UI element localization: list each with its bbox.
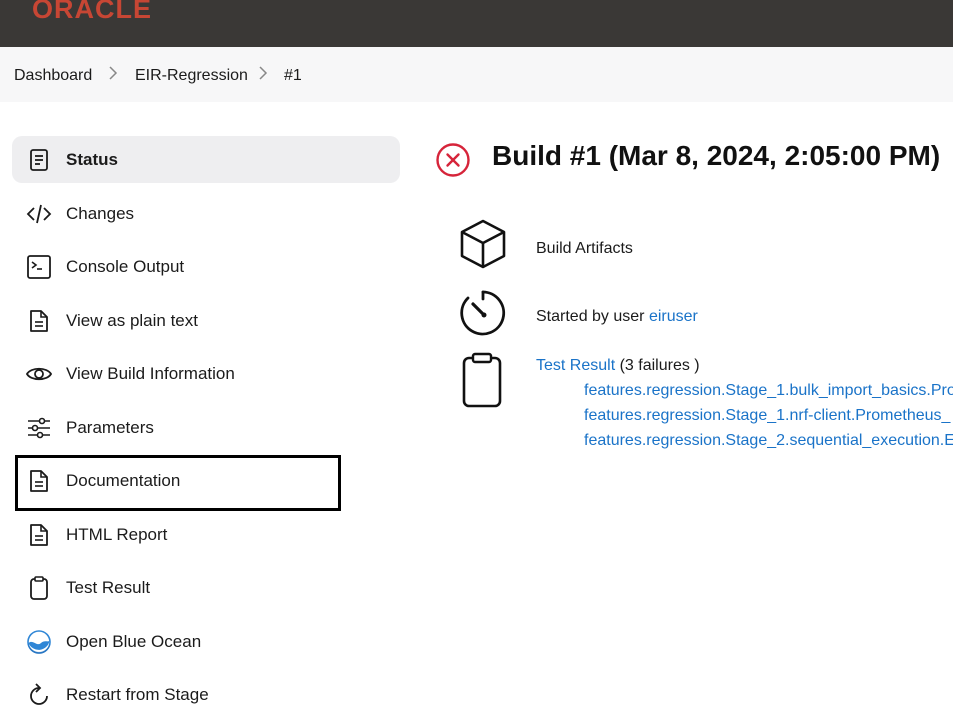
breadcrumb-job[interactable]: EIR-Regression (135, 67, 248, 85)
file-text-icon (26, 468, 52, 494)
terminal-icon (26, 254, 52, 280)
sidebar-item-label: View as plain text (66, 311, 198, 330)
build-artifacts-link[interactable]: Build Artifacts (536, 240, 633, 258)
failed-test-link[interactable]: features.regression.Stage_1.nrf-client.P… (584, 407, 950, 425)
failed-status-icon (435, 142, 471, 178)
sidebar-item-restart-stage[interactable]: Restart from Stage (12, 671, 400, 718)
sidebar-item-documentation[interactable]: Documentation (12, 457, 400, 504)
sidebar-item-plain-text[interactable]: View as plain text (12, 297, 400, 344)
chevron-right-icon (108, 65, 118, 81)
sidebar-item-label: Test Result (66, 578, 151, 597)
started-by-text: Started by user eiruser (536, 308, 698, 326)
breadcrumb-build[interactable]: #1 (284, 67, 302, 85)
sidebar-item-label: Open Blue Ocean (66, 632, 202, 651)
sidebar-item-label: Status (66, 150, 118, 169)
breadcrumb-dashboard[interactable]: Dashboard (14, 67, 92, 85)
sidebar-item-label: View Build Information (66, 364, 235, 383)
test-result-summary: Test Result (3 failures ) (536, 357, 700, 375)
sidebar-item-console-output[interactable]: Console Output (12, 243, 400, 290)
sidebar-item-html-report[interactable]: HTML Report (12, 511, 400, 558)
file-text-icon (26, 308, 52, 334)
sidebar-item-label: HTML Report (66, 525, 168, 544)
sidebar-item-status[interactable]: Status (12, 136, 400, 183)
clipboard-icon (457, 352, 509, 408)
top-header: ORACLE (0, 0, 953, 47)
failed-test-link[interactable]: features.regression.Stage_1.bulk_import_… (584, 382, 953, 400)
sidebar-item-label: Console Output (66, 257, 185, 276)
sidebar-item-label: Parameters (66, 418, 154, 437)
eye-icon (26, 361, 52, 387)
sidebar-item-build-information[interactable]: View Build Information (12, 350, 400, 397)
restart-icon (26, 682, 52, 708)
code-icon (26, 201, 52, 227)
timer-icon (457, 287, 509, 339)
user-link[interactable]: eiruser (649, 308, 698, 325)
sidebar-item-label: Restart from Stage (66, 685, 209, 704)
test-result-link[interactable]: Test Result (536, 357, 615, 374)
sliders-icon (26, 415, 52, 441)
package-icon (457, 218, 509, 270)
oracle-logo[interactable]: ORACLE (32, 0, 152, 25)
sidebar-item-test-result[interactable]: Test Result (12, 564, 400, 611)
sidebar-item-label: Changes (66, 204, 135, 223)
page-title: Build #1 (Mar 8, 2024, 2:05:00 PM) (492, 140, 941, 171)
started-by-prefix: Started by user (536, 308, 649, 325)
sidebar-item-blue-ocean[interactable]: Open Blue Ocean (12, 618, 400, 665)
clipboard-icon (26, 575, 52, 601)
chevron-right-icon (258, 65, 268, 81)
file-text-icon (26, 522, 52, 548)
sidebar-item-parameters[interactable]: Parameters (12, 404, 400, 451)
failures-count: (3 failures ) (615, 357, 700, 374)
failed-test-link[interactable]: features.regression.Stage_2.sequential_e… (584, 432, 953, 450)
sidebar-item-label: Documentation (66, 471, 181, 490)
breadcrumb: Dashboard EIR-Regression #1 (0, 47, 953, 102)
blue-ocean-icon (26, 629, 52, 655)
sidebar-item-changes[interactable]: Changes (12, 190, 400, 237)
document-icon (26, 147, 52, 173)
